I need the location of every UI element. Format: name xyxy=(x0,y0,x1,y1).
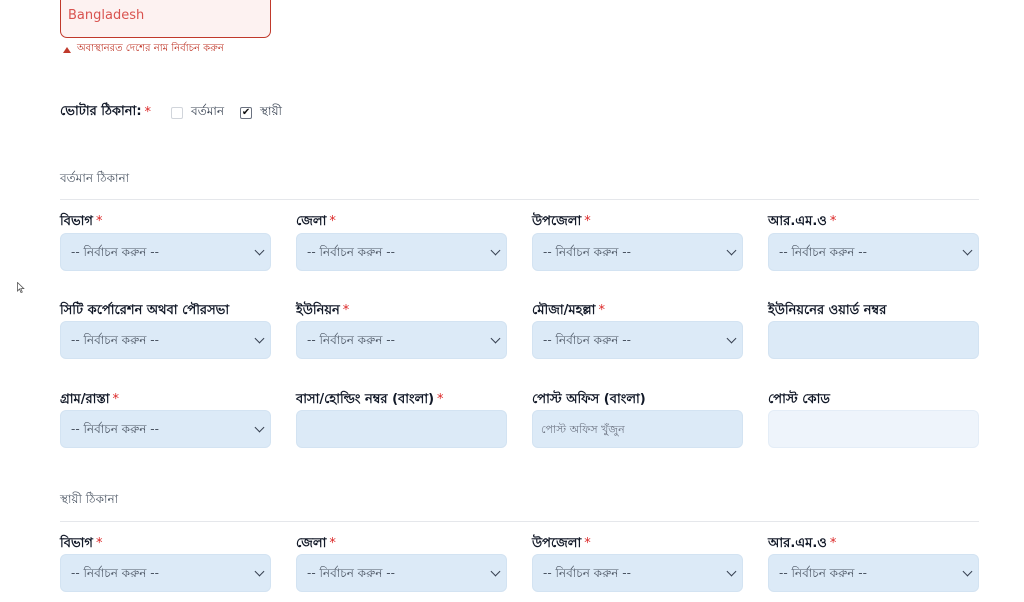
upazila-label: উপজেলা * xyxy=(532,214,591,229)
chevron-down-icon xyxy=(962,566,973,577)
permanent-checkbox[interactable]: ✔ xyxy=(240,106,253,119)
mouza-select[interactable]: -- নির্বাচন করুন -- xyxy=(532,321,743,359)
mouza-label: মৌজা/মহল্লা * xyxy=(532,303,605,318)
permanent-address-option[interactable]: ✔ স্থায়ী xyxy=(240,103,282,123)
chevron-down-icon xyxy=(254,566,265,577)
permanent-address-title: স্থায়ী ঠিকানা xyxy=(60,492,119,506)
upazila-select[interactable]: -- নির্বাচন করুন -- xyxy=(532,233,743,271)
chevron-down-icon xyxy=(726,566,737,577)
voter-address-row: ভোটার ঠিকানা: * বর্তমান ✔ স্থায়ী xyxy=(60,102,282,123)
permanent-divider xyxy=(60,521,979,522)
post-code-label: পোস্ট কোড xyxy=(768,392,830,407)
ward-label: ইউনিয়নের ওয়ার্ড নম্বর xyxy=(768,303,887,318)
country-error-text: অবাস্থানরত দেশের নাম নির্বাচন করুন xyxy=(77,43,224,54)
city-label: সিটি কর্পোরেশন অথবা পৌরসভা xyxy=(60,303,230,318)
present-checkbox[interactable] xyxy=(171,106,184,119)
chevron-down-icon xyxy=(254,333,265,344)
chevron-down-icon xyxy=(254,245,265,256)
chevron-down-icon xyxy=(490,566,501,577)
checkmark-icon: ✔ xyxy=(241,106,251,118)
ward-input[interactable] xyxy=(768,321,979,359)
perm-rmo-label: আর.এম.ও * xyxy=(768,536,837,551)
post-office-search-input[interactable]: পোস্ট অফিস খুঁজুন xyxy=(532,410,743,448)
district-select[interactable]: -- নির্বাচন করুন -- xyxy=(296,233,507,271)
chevron-down-icon xyxy=(726,333,737,344)
chevron-down-icon xyxy=(490,245,501,256)
chevron-down-icon xyxy=(254,422,265,433)
perm-division-label: বিভাগ * xyxy=(60,536,103,551)
post-code-input xyxy=(768,410,979,448)
present-address-option[interactable]: বর্তমান xyxy=(171,103,224,123)
union-select[interactable]: -- নির্বাচন করুন -- xyxy=(296,321,507,359)
warning-icon xyxy=(63,46,71,53)
permanent-option-label: স্থায়ী xyxy=(260,103,282,118)
post-office-label: পোস্ট অফিস (বাংলা) xyxy=(532,392,646,407)
village-label: গ্রাম/রাস্তা * xyxy=(60,392,120,407)
village-select[interactable]: -- নির্বাচন করুন -- xyxy=(60,410,271,448)
rmo-label: আর.এম.ও * xyxy=(768,214,837,229)
present-divider xyxy=(60,199,979,200)
perm-upazila-label: উপজেলা * xyxy=(532,536,591,551)
chevron-down-icon xyxy=(490,333,501,344)
perm-district-label: জেলা * xyxy=(296,536,336,551)
city-select[interactable]: -- নির্বাচন করুন -- xyxy=(60,321,271,359)
chevron-down-icon xyxy=(726,245,737,256)
division-label: বিভাগ * xyxy=(60,214,103,229)
voter-address-label: ভোটার ঠিকানা: xyxy=(60,104,142,119)
perm-upazila-select[interactable]: -- নির্বাচন করুন -- xyxy=(532,554,743,592)
perm-rmo-select[interactable]: -- নির্বাচন করুন -- xyxy=(768,554,979,592)
holding-label: বাসা/হোল্ডিং নম্বর (বাংলা) * xyxy=(296,392,444,407)
perm-division-select[interactable]: -- নির্বাচন করুন -- xyxy=(60,554,271,592)
present-option-label: বর্তমান xyxy=(191,103,225,118)
holding-input[interactable] xyxy=(296,410,507,448)
country-input[interactable]: Bangladesh xyxy=(60,0,271,38)
present-address-title: বর্তমান ঠিকানা xyxy=(60,171,130,185)
perm-district-select[interactable]: -- নির্বাচন করুন -- xyxy=(296,554,507,592)
division-select[interactable]: -- নির্বাচন করুন -- xyxy=(60,233,271,271)
required-marker: * xyxy=(144,105,152,120)
rmo-select[interactable]: -- নির্বাচন করুন -- xyxy=(768,233,979,271)
chevron-down-icon xyxy=(962,245,973,256)
union-label: ইউনিয়ন * xyxy=(296,303,350,318)
country-error: অবাস্থানরত দেশের নাম নির্বাচন করুন xyxy=(63,41,224,58)
district-label: জেলা * xyxy=(296,214,336,229)
